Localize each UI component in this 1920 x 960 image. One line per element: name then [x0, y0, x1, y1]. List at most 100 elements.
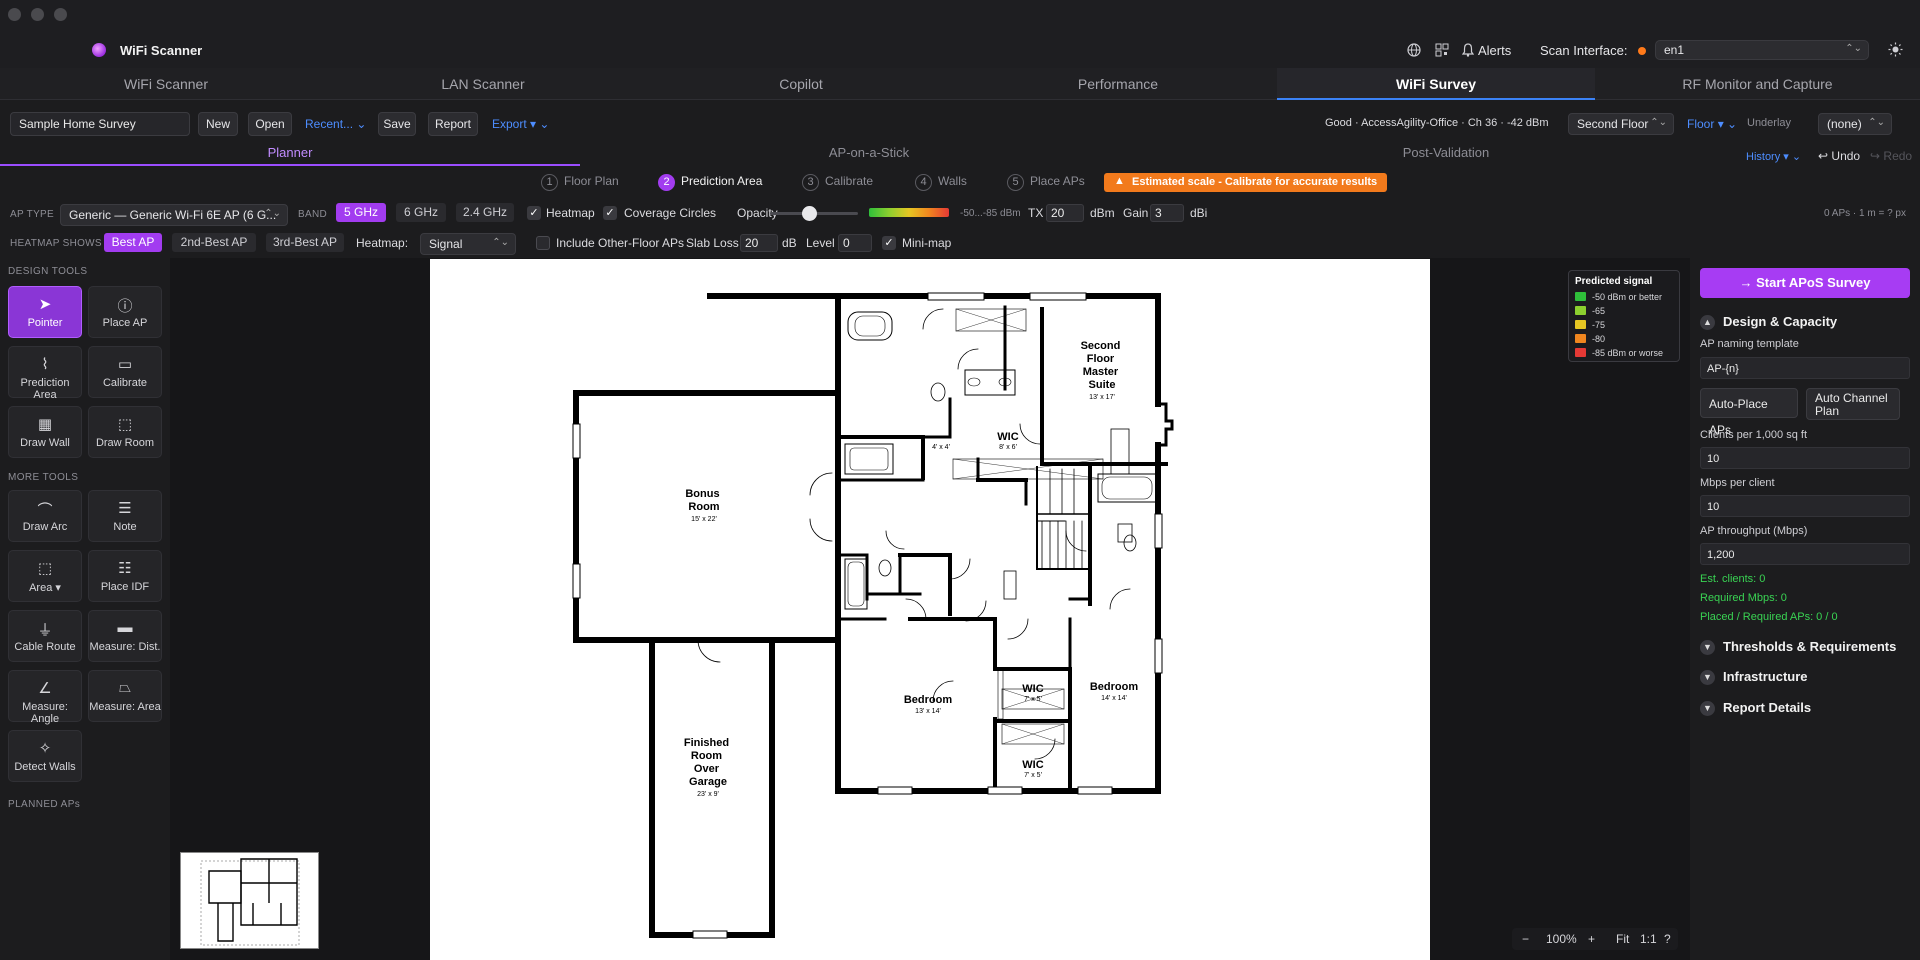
warning-text: Estimated scale - Calibrate for accurate… [1132, 176, 1378, 188]
second-best-ap-button[interactable]: 2nd-Best AP [172, 233, 256, 252]
tab-wifi-survey[interactable]: WiFi Survey [1277, 68, 1595, 100]
area-tool[interactable]: ⬚ Area ▾ [8, 550, 82, 602]
tab-rf-monitor[interactable]: RF Monitor and Capture [1595, 68, 1920, 100]
section-title: Infrastructure [1723, 669, 1808, 684]
mbps-per-client-input[interactable]: 10 [1700, 495, 1910, 517]
ap-type-select[interactable]: Generic — Generic Wi-Fi 6E AP (6 G... ⌃⌄ [60, 204, 288, 226]
heatmap-type-select[interactable]: Signal ⌃⌄ [420, 233, 516, 255]
window-zoom-button[interactable] [54, 8, 67, 21]
auto-place-aps-button[interactable]: Auto-Place APs [1700, 388, 1798, 437]
coverage-circles-checkbox[interactable]: ✓ [603, 206, 617, 220]
room-dim-wic: 8' x 6' [999, 444, 1017, 451]
scale-warning-badge[interactable]: ▲ Estimated scale - Calibrate for accurat… [1104, 173, 1388, 192]
zoom-1to1-button[interactable]: 1:1 [1640, 932, 1657, 946]
draw-arc-tool[interactable]: ⌒ Draw Arc [8, 490, 82, 542]
step-floor-plan[interactable]: 1 Floor Plan [541, 174, 619, 191]
tab-lan-scanner[interactable]: LAN Scanner [332, 68, 634, 100]
zoom-in-button[interactable]: + [1588, 932, 1595, 946]
tab-performance[interactable]: Performance [968, 68, 1268, 100]
best-ap-button[interactable]: Best AP [104, 233, 162, 252]
recent-menu[interactable]: Recent... ⌄ [305, 117, 366, 131]
measure-angle-tool[interactable]: ∠ Measure: Angle [8, 670, 82, 725]
qr-code-icon[interactable] [1435, 43, 1449, 57]
gain-input[interactable]: 3 [1150, 204, 1184, 222]
level-input[interactable]: 0 [838, 234, 872, 252]
export-menu[interactable]: Export ▾ ⌄ [492, 117, 549, 131]
alerts-button[interactable]: Alerts [1478, 43, 1511, 58]
third-best-ap-button[interactable]: 3rd-Best AP [266, 233, 344, 252]
scan-interface-select[interactable]: en1 ⌃⌄ [1655, 40, 1869, 60]
subtab-planner[interactable]: Planner [0, 145, 580, 160]
step-walls[interactable]: 4 Walls [915, 174, 967, 191]
step-prediction-area[interactable]: 2 Prediction Area [658, 174, 762, 191]
subtab-post-validation[interactable]: Post-Validation [1158, 145, 1734, 160]
naming-template-input[interactable]: AP-{n} [1700, 357, 1910, 379]
step-calibrate[interactable]: 3 Calibrate [802, 174, 873, 191]
report-details-section[interactable]: ▼ Report Details [1700, 700, 1811, 716]
legend-item-label: -80 [1592, 334, 1606, 344]
tx-power-input[interactable]: 20 [1046, 204, 1084, 222]
calibrate-tool[interactable]: ▭ Calibrate [88, 346, 162, 398]
zoom-fit-button[interactable]: Fit [1616, 932, 1629, 946]
subtab-ap-on-a-stick[interactable]: AP-on-a-Stick [580, 145, 1158, 160]
clients-per-area-input[interactable]: 10 [1700, 447, 1910, 469]
history-menu[interactable]: History ▾ ⌄ [1746, 150, 1801, 163]
prediction-area-tool[interactable]: ⌇ Prediction Area [8, 346, 82, 401]
survey-name-input[interactable]: Sample Home Survey [10, 112, 190, 136]
bell-icon[interactable] [1462, 43, 1474, 57]
pointer-icon: ➤ [38, 296, 52, 313]
other-floor-aps-checkbox[interactable] [536, 236, 550, 250]
step-place-aps[interactable]: 5 Place APs [1007, 174, 1085, 191]
chevron-down-icon: ▼ [1700, 640, 1715, 655]
floor-menu[interactable]: Floor ▾ ⌄ [1687, 117, 1737, 131]
note-tool[interactable]: ☰ Note [88, 490, 162, 542]
slab-loss-input[interactable]: 20 [740, 234, 778, 252]
brick-wall-icon: ▦ [37, 416, 53, 433]
infrastructure-section[interactable]: ▼ Infrastructure [1700, 669, 1808, 685]
band-5ghz-button[interactable]: 5 GHz [336, 203, 386, 222]
design-capacity-section[interactable]: ▲ Design & Capacity [1700, 314, 1837, 330]
start-apos-survey-button[interactable]: → Start APoS Survey [1700, 268, 1910, 298]
measure-area-tool[interactable]: ⏢ Measure: Area [88, 670, 162, 722]
place-ap-tool[interactable]: ⓘ Place AP [88, 286, 162, 338]
tab-copilot[interactable]: Copilot [634, 68, 968, 100]
room-dim-wic-bottom: 7' x 5' [1024, 772, 1042, 779]
legend-item-label: -75 [1592, 320, 1606, 330]
draw-room-tool[interactable]: ⬚ Draw Room [88, 406, 162, 458]
floor-select[interactable]: Second Floor ⌃⌄ [1568, 113, 1674, 135]
tab-wifi-scanner[interactable]: WiFi Scanner [0, 68, 332, 100]
window-close-button[interactable] [8, 8, 21, 21]
slab-loss-label: Slab Loss [686, 236, 739, 250]
pointer-tool[interactable]: ➤ Pointer [8, 286, 82, 338]
opacity-slider-handle[interactable] [802, 206, 817, 221]
thresholds-section[interactable]: ▼ Thresholds & Requirements [1700, 639, 1896, 655]
tool-label: Place AP [102, 317, 148, 329]
globe-icon[interactable] [1407, 43, 1421, 57]
minimap-checkbox[interactable]: ✓ [882, 236, 896, 250]
new-button[interactable]: New [198, 112, 238, 136]
band-24ghz-button[interactable]: 2.4 GHz [456, 203, 514, 222]
measure-distance-tool[interactable]: ▬ Measure: Dist. [88, 610, 162, 662]
redo-button[interactable]: ↪ Redo [1870, 149, 1912, 163]
window-minimize-button[interactable] [31, 8, 44, 21]
cable-route-tool[interactable]: ⏚ Cable Route [8, 610, 82, 662]
detect-walls-tool[interactable]: ✧ Detect Walls [8, 730, 82, 782]
band-6ghz-button[interactable]: 6 GHz [396, 203, 446, 222]
save-button[interactable]: Save [378, 112, 416, 136]
report-button[interactable]: Report [428, 112, 478, 136]
underlay-select[interactable]: (none) ⌃⌄ [1818, 113, 1892, 135]
minimap[interactable] [180, 852, 319, 949]
auto-channel-plan-button[interactable]: Auto Channel Plan [1806, 388, 1900, 420]
place-idf-tool[interactable]: ☷ Place IDF [88, 550, 162, 602]
open-button[interactable]: Open [248, 112, 292, 136]
zoom-out-button[interactable]: − [1522, 932, 1529, 946]
chevron-up-icon: ▲ [1700, 315, 1715, 330]
floor-plan-drawing: Second Floor Master Suite 13' x 17' WIC … [572, 292, 1174, 939]
undo-button[interactable]: ↩ Undo [1818, 149, 1860, 163]
help-button[interactable]: ? [1664, 932, 1671, 946]
ap-throughput-input[interactable]: 1,200 [1700, 543, 1910, 565]
theme-sun-icon[interactable] [1888, 42, 1903, 57]
floor-plan-image[interactable]: Second Floor Master Suite 13' x 17' WIC … [430, 259, 1430, 960]
heatmap-checkbox[interactable]: ✓ [527, 206, 541, 220]
draw-wall-tool[interactable]: ▦ Draw Wall [8, 406, 82, 458]
